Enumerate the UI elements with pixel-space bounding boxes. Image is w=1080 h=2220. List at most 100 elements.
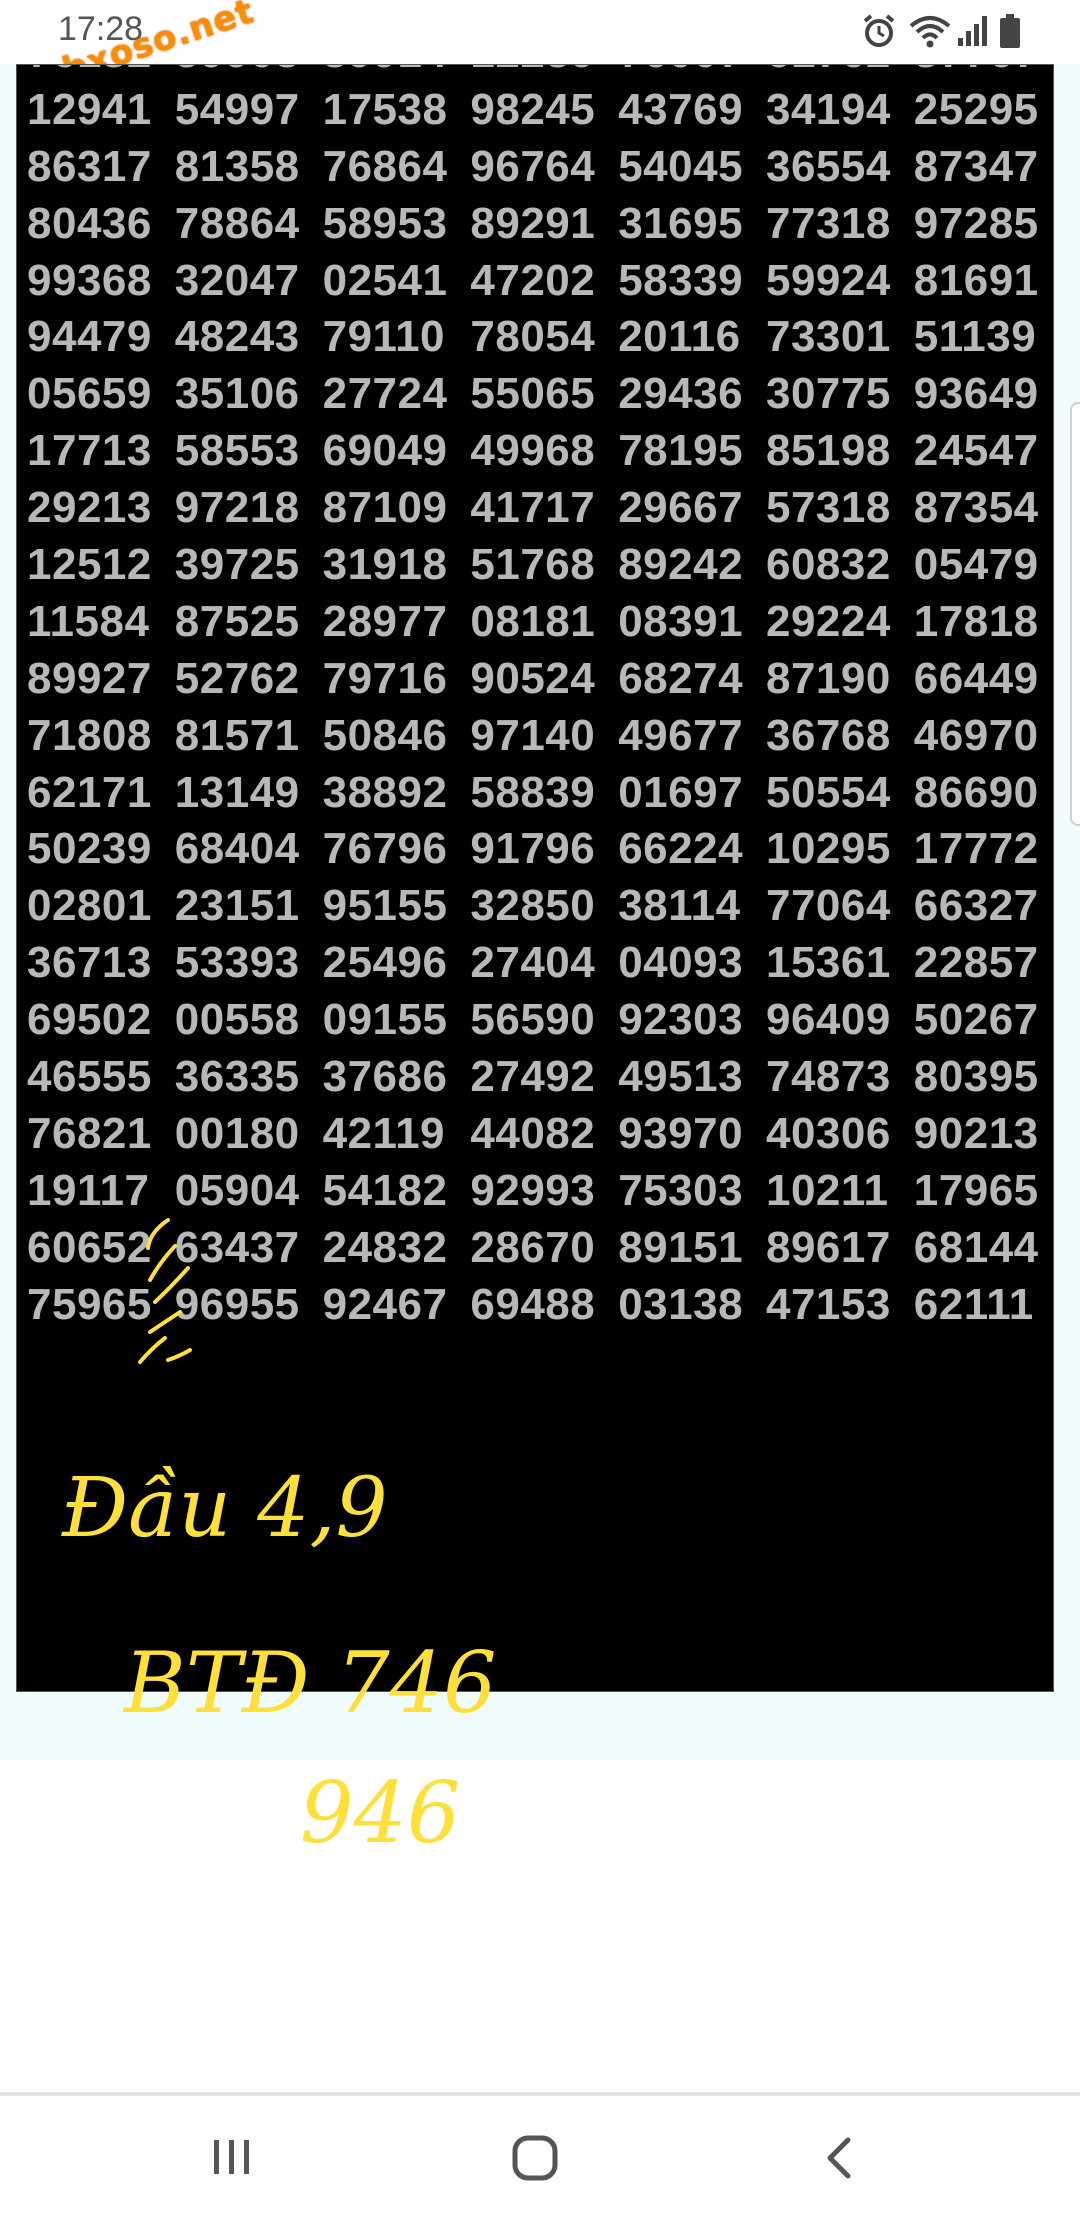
number-cell: 40306 bbox=[765, 1108, 891, 1158]
number-cell: 25496 bbox=[322, 938, 448, 988]
number-row: 29213 97218 87109 41717 29667 57318 87354 bbox=[27, 480, 1053, 537]
signal-icon bbox=[958, 16, 987, 46]
number-cell: 59924 bbox=[765, 255, 891, 305]
number-cell: 01697 bbox=[618, 767, 744, 817]
number-cell: 74873 bbox=[765, 1052, 891, 1102]
wifi-icon bbox=[909, 16, 951, 48]
number-cell: 09155 bbox=[322, 995, 448, 1045]
number-cell: 36335 bbox=[174, 1052, 300, 1102]
number-cell: 81358 bbox=[174, 141, 300, 191]
number-cell: 69502 bbox=[27, 995, 152, 1045]
number-cell: 32850 bbox=[470, 881, 596, 931]
number-cell: 77064 bbox=[765, 881, 891, 931]
number-cell: 00558 bbox=[174, 995, 300, 1045]
number-cell: 10211 bbox=[765, 1165, 889, 1215]
number-cell: 12239 bbox=[470, 65, 618, 82]
number-cell: 29213 bbox=[27, 483, 152, 533]
number-cell: 11584 bbox=[27, 596, 150, 646]
number-cell: 60832 bbox=[765, 540, 891, 590]
number-row: 50239 68404 76796 91796 66224 10295 17772 bbox=[27, 821, 1053, 878]
number-cell: 31695 bbox=[618, 198, 744, 248]
number-cell: 96764 bbox=[470, 141, 596, 191]
number-cell: 50239 bbox=[27, 824, 152, 874]
handwritten-note-line3: 946 bbox=[300, 1764, 460, 1862]
number-cell: 24832 bbox=[322, 1222, 448, 1272]
number-cell: 69488 bbox=[470, 1279, 596, 1329]
number-cell: 62171 bbox=[27, 767, 152, 817]
number-cell: 05479 bbox=[913, 540, 1039, 590]
number-cell: 87767 bbox=[914, 65, 1053, 82]
number-cell: 13149 bbox=[174, 767, 300, 817]
number-cell: 92467 bbox=[322, 1279, 448, 1329]
number-cell: 76182 bbox=[27, 65, 175, 82]
number-cell: 28670 bbox=[470, 1222, 596, 1272]
number-row: 99368 32047 02541 47202 58339 59924 81691 bbox=[27, 253, 1053, 310]
number-cell: 27404 bbox=[470, 938, 596, 988]
number-cell: 87347 bbox=[913, 141, 1039, 191]
number-cell: 08391 bbox=[618, 596, 744, 646]
number-cell: 05659 bbox=[27, 369, 152, 419]
number-cell: 36554 bbox=[765, 141, 891, 191]
number-cell: 87109 bbox=[322, 483, 448, 533]
number-cell: 89914 bbox=[323, 65, 471, 82]
number-row: 36713 53393 25496 27404 04093 15361 22857 bbox=[27, 935, 1053, 992]
recent-apps-icon[interactable] bbox=[208, 2134, 256, 2180]
number-cell: 87354 bbox=[913, 483, 1039, 533]
number-cell: 47202 bbox=[470, 255, 596, 305]
number-row: 76821 00180 42119 44082 93970 40306 90213 bbox=[27, 1106, 1053, 1163]
number-cell: 89617 bbox=[765, 1222, 891, 1272]
number-cell: 60652 bbox=[27, 1222, 152, 1272]
number-cell: 20116 bbox=[618, 312, 741, 362]
number-cell: 93970 bbox=[618, 1108, 744, 1158]
number-cell: 89242 bbox=[618, 540, 744, 590]
number-cell: 69049 bbox=[322, 426, 448, 476]
number-cell: 73301 bbox=[765, 312, 891, 362]
back-icon[interactable] bbox=[820, 2134, 860, 2182]
number-cell: 54997 bbox=[174, 84, 300, 134]
number-cell: 02541 bbox=[322, 255, 448, 305]
edge-panel-handle[interactable] bbox=[1070, 402, 1080, 826]
number-cell: 49513 bbox=[618, 1052, 744, 1102]
system-nav-bar bbox=[0, 2092, 1080, 2220]
number-cell: 17772 bbox=[913, 824, 1039, 874]
number-row: 11584 87525 28977 08181 08391 29224 17818 bbox=[27, 594, 1053, 651]
number-cell: 41717 bbox=[470, 483, 596, 533]
number-cell: 71808 bbox=[27, 710, 152, 760]
number-cell: 58839 bbox=[470, 767, 596, 817]
number-cell: 35106 bbox=[174, 369, 300, 419]
number-cell: 49968 bbox=[470, 426, 596, 476]
number-cell: 79716 bbox=[322, 653, 448, 703]
number-cell: 32047 bbox=[174, 255, 300, 305]
number-cell: 29667 bbox=[618, 483, 744, 533]
number-cell: 19117 bbox=[27, 1165, 150, 1215]
number-cell: 93649 bbox=[913, 369, 1039, 419]
number-cell: 97218 bbox=[174, 483, 300, 533]
number-cell: 49677 bbox=[618, 710, 744, 760]
number-cell: 79110 bbox=[322, 312, 446, 362]
number-row: 05659 35106 27724 55065 29436 30775 93649 bbox=[27, 366, 1053, 423]
number-cell: 05904 bbox=[174, 1165, 300, 1215]
number-cell: 25295 bbox=[913, 84, 1039, 134]
number-cell: 97285 bbox=[913, 198, 1039, 248]
number-cell: 92993 bbox=[470, 1165, 596, 1215]
number-cell: 30775 bbox=[765, 369, 891, 419]
number-cell: 78864 bbox=[174, 198, 300, 248]
home-icon[interactable] bbox=[510, 2134, 560, 2182]
number-row: 62171 13149 38892 58839 01697 50554 86690 bbox=[27, 765, 1053, 822]
number-cell: 66449 bbox=[913, 653, 1039, 703]
number-cell: 54045 bbox=[618, 141, 744, 191]
number-cell: 76864 bbox=[322, 141, 448, 191]
number-cell: 17538 bbox=[322, 84, 448, 134]
number-cell: 24547 bbox=[913, 426, 1039, 476]
number-cell: 23151 bbox=[174, 881, 300, 931]
number-cell: 50846 bbox=[322, 710, 448, 760]
number-cell: 27724 bbox=[322, 369, 448, 419]
number-cell: 10295 bbox=[765, 824, 891, 874]
alarm-icon bbox=[863, 14, 895, 47]
number-row: 60652 63437 24832 28670 89151 89617 68144 bbox=[27, 1220, 1053, 1277]
number-cell: 31918 bbox=[322, 540, 448, 590]
number-cell: 52762 bbox=[174, 653, 300, 703]
number-cell: 47153 bbox=[765, 1279, 891, 1329]
app-content-area: 7618259903899141223976007617628776712941… bbox=[0, 64, 1080, 1760]
number-cell: 50554 bbox=[765, 767, 891, 817]
